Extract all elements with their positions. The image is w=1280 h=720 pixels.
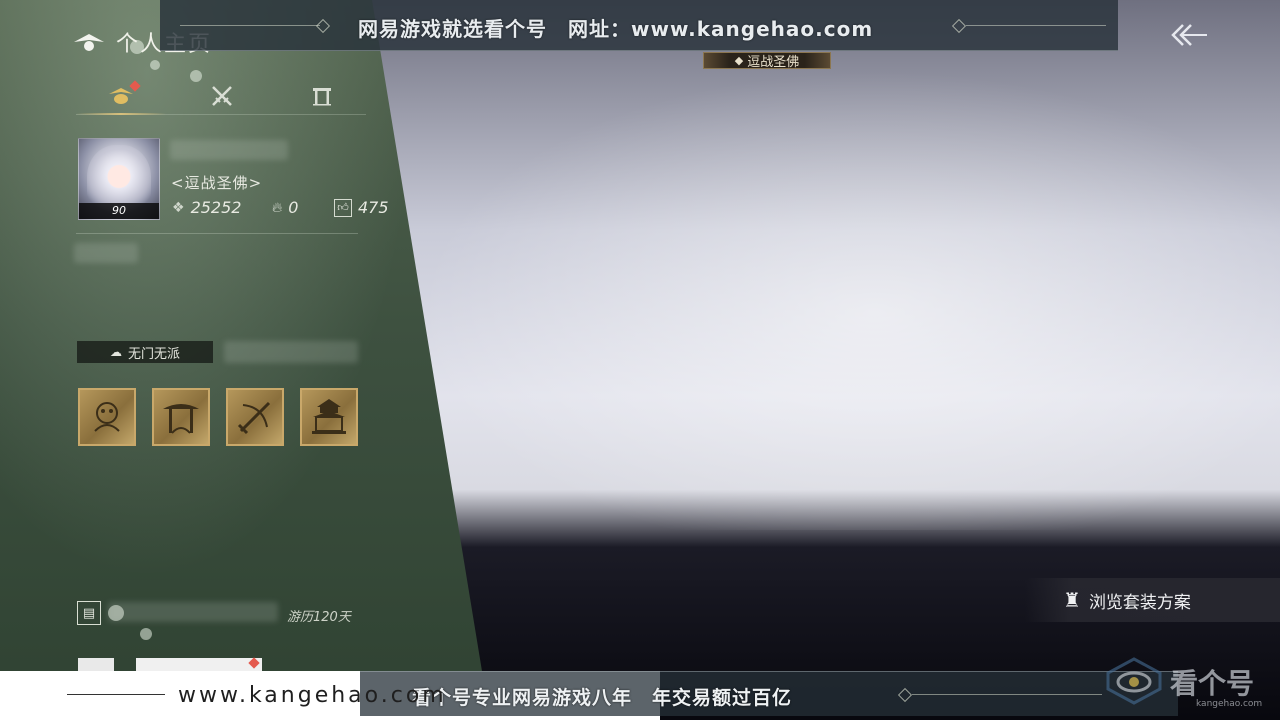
signature-redacted (74, 243, 138, 263)
sect-name: 无门无派 (127, 346, 180, 362)
tab-combat[interactable] (205, 82, 239, 110)
avatar[interactable]: 90 (78, 138, 160, 220)
likes-value: 475 (358, 198, 389, 217)
bottom-url-line (67, 694, 165, 695)
sect-badge: ☁ 无门无派 (77, 341, 213, 363)
bottom-tab-right[interactable] (136, 658, 262, 672)
top-banner-text: 网易游戏就选看个号 网址：www.kangehao.com (358, 17, 874, 41)
heat-value: 0 (288, 198, 299, 217)
stat-heat: 🔥︎ 0 (272, 198, 298, 217)
scroll-icon: ◆ (734, 54, 744, 67)
player-name-redacted (170, 140, 288, 160)
watermark-domain: kangehao.com (1196, 699, 1263, 709)
lotus-logo-icon (74, 34, 104, 51)
pavilion-gate-icon (163, 404, 199, 434)
power-value: 25252 (190, 198, 242, 217)
stat-likes[interactable]: 👍︎ 475 (334, 198, 389, 217)
ornament-diamond (897, 687, 913, 703)
bottom-url-text: www.kangehao.com (178, 683, 447, 708)
ornament-line (180, 25, 320, 26)
palace-crest-icon (312, 399, 346, 434)
active-tab-indicator (76, 113, 166, 115)
stat-power: ❖ 25252 (172, 198, 241, 217)
blossom-decoration (140, 628, 152, 640)
thumbs-up-icon: 👍︎ (334, 198, 352, 217)
stats-divider (76, 233, 358, 234)
blade-crest-icon (237, 401, 271, 435)
bottom-tab-left[interactable] (78, 658, 114, 672)
travel-info-redacted (108, 602, 278, 622)
outfit-icon: ♜ (1063, 588, 1081, 612)
journal-icon[interactable]: ▤ (77, 601, 101, 625)
achievement-blade[interactable] (226, 388, 284, 446)
blossom-decoration (150, 60, 160, 70)
crossed-swords-icon (212, 86, 232, 106)
blossom-decoration (190, 70, 202, 82)
achievement-beast[interactable] (78, 388, 136, 446)
back-button[interactable] (1166, 18, 1210, 52)
guild-redacted (224, 341, 358, 363)
ornament-line (912, 694, 1102, 695)
ornament-diamond (951, 18, 967, 34)
bottom-watermark-banner: 看个号专业网易游戏八年 年交易额过百亿 (360, 671, 1178, 716)
top-watermark-banner: 网易游戏就选看个号 网址：www.kangehao.com (160, 0, 1118, 51)
ornament-diamond (315, 18, 331, 34)
beast-crest-icon (94, 402, 120, 432)
character-name-plate: ◆ 逗战圣佛 (703, 52, 831, 70)
bottom-banner-text: 看个号专业网易游戏八年 年交易额过百亿 (412, 687, 793, 709)
gate-icon (313, 88, 331, 106)
player-level: 90 (79, 203, 159, 219)
back-arrow-icon (1171, 24, 1207, 46)
flame-icon: 🔥︎ (272, 199, 283, 216)
browse-outfits-button[interactable]: ♜ 浏览套装方案 (1025, 578, 1280, 622)
profile-badge-icon (109, 88, 133, 104)
power-icon: ❖ (172, 199, 185, 216)
stage-light (380, 50, 1280, 530)
sect-icon: ☁ (109, 345, 122, 359)
name-plate-text: 逗战圣佛 (747, 55, 800, 70)
achievement-palace[interactable] (300, 388, 358, 446)
achievement-pavilion[interactable] (152, 388, 210, 446)
ornament-line (966, 25, 1106, 26)
eye-logo-icon (1106, 657, 1162, 705)
browse-outfits-label: 浏览套装方案 (1088, 592, 1191, 613)
tab-home[interactable] (305, 82, 339, 110)
travel-days: 游历120天 (287, 610, 351, 625)
watermark-brand: 看个号 (1170, 667, 1255, 700)
guild-title: <逗战圣佛> (171, 174, 263, 192)
